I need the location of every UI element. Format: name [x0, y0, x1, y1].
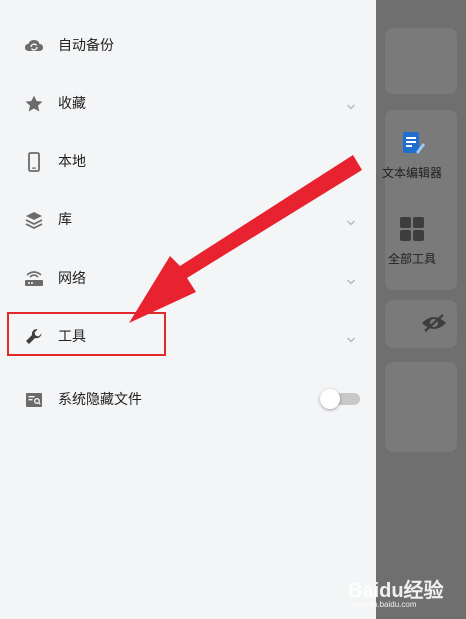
watermark-sub: jingyan.baidu.com	[352, 600, 417, 609]
watermark-text: Baidu经验	[348, 580, 444, 602]
chevron-down-icon[interactable]	[345, 156, 357, 168]
layers-icon	[24, 210, 44, 230]
chevron-down-icon[interactable]	[345, 273, 357, 285]
bg-tool-all-tools[interactable]: 全部工具	[372, 216, 452, 267]
menu-item-auto-backup[interactable]: 自动备份	[0, 22, 376, 70]
menu-item-label: 系统隐藏文件	[58, 392, 142, 408]
menu-item-label: 自动备份	[58, 38, 114, 54]
navigation-drawer: 自动备份 收藏 本地 库 网络 工具 系统隐藏文件	[0, 0, 376, 619]
bg-card-bottom	[385, 362, 457, 452]
bg-card-top	[385, 28, 457, 94]
phone-icon	[24, 152, 44, 172]
menu-item-network[interactable]: 网络	[0, 255, 376, 303]
hidden-files-toggle[interactable]	[320, 389, 360, 409]
bg-tool-text-editor[interactable]: 文本编辑器	[372, 130, 452, 181]
search-file-icon	[24, 390, 44, 410]
eye-off-icon[interactable]	[421, 314, 447, 332]
toggle-knob	[320, 389, 340, 409]
menu-item-library[interactable]: 库	[0, 196, 376, 244]
baidu-watermark: Baidu经验 jingyan.baidu.com	[348, 566, 458, 611]
chevron-down-icon[interactable]	[345, 98, 357, 110]
grid-icon	[399, 216, 425, 242]
router-icon	[24, 269, 44, 289]
chevron-down-icon[interactable]	[345, 331, 357, 343]
bg-tool-label: 文本编辑器	[381, 166, 442, 180]
menu-item-favorites[interactable]: 收藏	[0, 80, 376, 128]
menu-item-local[interactable]: 本地	[0, 138, 376, 186]
menu-item-label: 收藏	[58, 96, 86, 112]
star-icon	[24, 94, 44, 114]
menu-item-label: 本地	[58, 154, 86, 170]
chevron-down-icon[interactable]	[345, 214, 357, 226]
cloud-sync-icon	[24, 36, 44, 56]
menu-item-label: 网络	[58, 271, 86, 287]
highlight-box	[7, 312, 166, 356]
text-editor-icon	[399, 130, 425, 156]
menu-item-label: 库	[58, 212, 72, 228]
bg-tool-label: 全部工具	[387, 252, 436, 266]
